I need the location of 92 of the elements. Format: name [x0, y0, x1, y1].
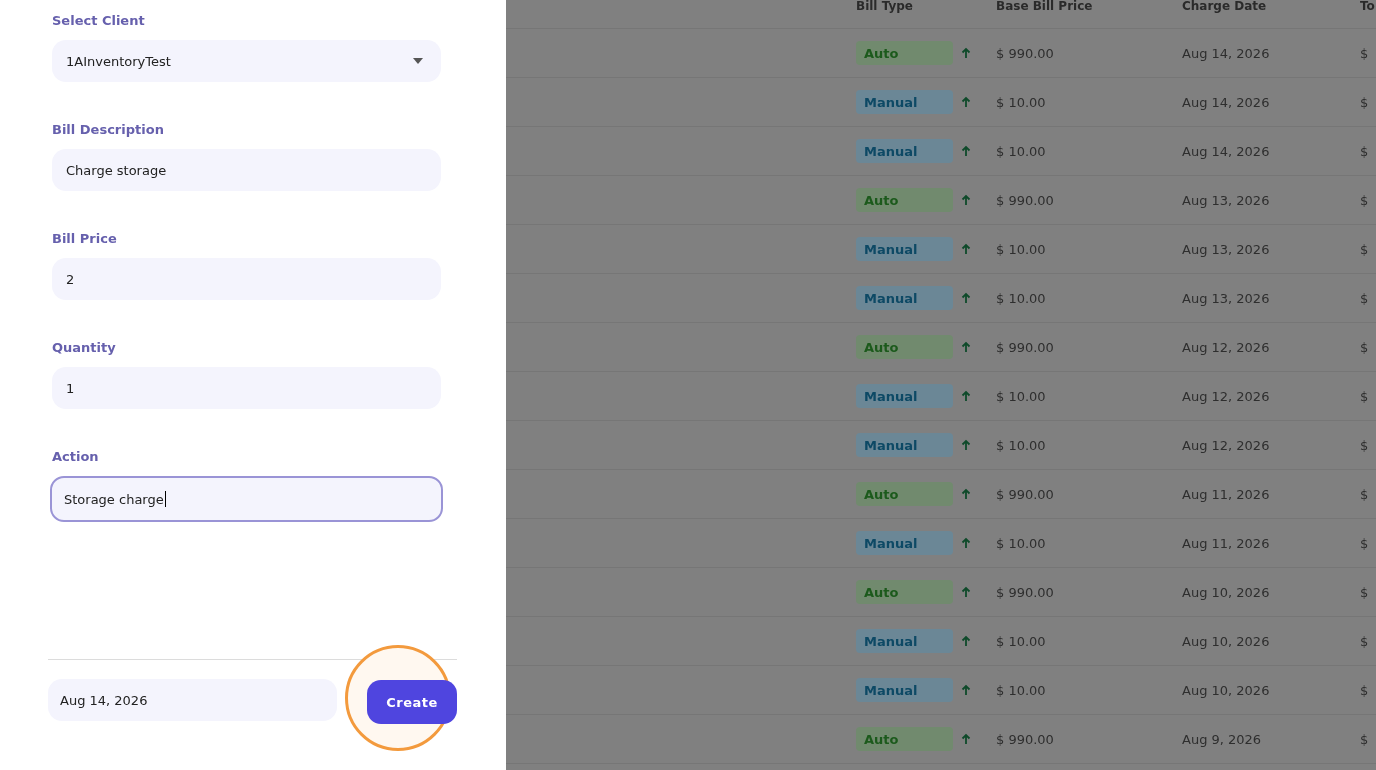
column-header: Bill Type [856, 0, 914, 13]
field-label: Bill Price [52, 230, 118, 248]
input-field[interactable]: Charge storage [52, 149, 441, 191]
arrow-up-icon [961, 47, 971, 59]
table-cell-text: $ [1360, 731, 1370, 747]
input-field[interactable]: 2 [52, 258, 441, 300]
table-cell-text: Aug 14, 2026 [1182, 143, 1271, 159]
table-cell-text: $ 10.00 [996, 388, 1047, 404]
table-cell-text: $ [1360, 290, 1370, 306]
arrow-up-icon [961, 635, 971, 647]
table-cell-text: Aug 13, 2026 [1182, 241, 1271, 257]
bill-type-badge: Auto [856, 41, 953, 65]
bill-type-badge: Manual [856, 433, 953, 457]
bill-type-badge: Auto [856, 335, 953, 359]
arrow-up-icon [961, 439, 971, 451]
bill-type-badge: Manual [856, 139, 953, 163]
create-button[interactable]: Create [367, 680, 457, 724]
bill-type-badge: Auto [856, 482, 953, 506]
arrow-up-icon [961, 390, 971, 402]
bill-type-badge: Manual [856, 384, 953, 408]
table-cell-text: $ [1360, 486, 1370, 502]
table-cell-text: Aug 11, 2026 [1182, 486, 1271, 502]
table-cell-text: Aug 9, 2026 [1182, 731, 1263, 747]
table-cell-text: Aug 10, 2026 [1182, 633, 1271, 649]
table-cell-text: $ 990.00 [996, 584, 1055, 600]
table-cell-text: $ 990.00 [996, 339, 1055, 355]
table-cell-text: $ 990.00 [996, 192, 1055, 208]
arrow-up-icon [961, 537, 971, 549]
arrow-up-icon [961, 243, 971, 255]
table-cell-text: $ [1360, 241, 1370, 257]
field-label: Select Client [52, 12, 146, 30]
bill-type-badge: Manual [856, 629, 953, 653]
bill-type-badge: Manual [856, 237, 953, 261]
column-header: Base Bill Price [996, 0, 1094, 13]
client-select[interactable]: 1AInventoryTest [52, 40, 441, 82]
table-cell-text: $ [1360, 584, 1370, 600]
table-cell-text: $ 10.00 [996, 437, 1047, 453]
table-cell-text: $ [1360, 45, 1370, 61]
table-cell-text: $ [1360, 143, 1370, 159]
input-field[interactable]: Storage charge [50, 476, 443, 522]
table-cell-text: $ 990.00 [996, 45, 1055, 61]
bill-type-badge: Manual [856, 90, 953, 114]
table-cell-text: Aug 12, 2026 [1182, 388, 1271, 404]
table-cell-text: $ 10.00 [996, 290, 1047, 306]
table-cell-text: $ [1360, 633, 1370, 649]
table-cell-text: Aug 11, 2026 [1182, 535, 1271, 551]
table-cell-text: $ 10.00 [996, 535, 1047, 551]
arrow-up-icon [961, 194, 971, 206]
arrow-up-icon [961, 684, 971, 696]
input-field[interactable]: 1 [52, 367, 441, 409]
table-cell-text: Aug 14, 2026 [1182, 45, 1271, 61]
table-cell-text: $ 990.00 [996, 731, 1055, 747]
arrow-up-icon [961, 586, 971, 598]
table-cell-text: Aug 13, 2026 [1182, 290, 1271, 306]
arrow-up-icon [961, 145, 971, 157]
bill-type-badge: Manual [856, 531, 953, 555]
table-cell-text: $ 10.00 [996, 94, 1047, 110]
table-cell-text: Aug 13, 2026 [1182, 192, 1271, 208]
table-cell-text: $ 10.00 [996, 241, 1047, 257]
bill-type-badge: Auto [856, 727, 953, 751]
table-cell-text: $ 10.00 [996, 633, 1047, 649]
column-header: To [1360, 0, 1376, 13]
table-cell-text: $ [1360, 192, 1370, 208]
arrow-up-icon [961, 341, 971, 353]
table-cell-text: $ [1360, 388, 1370, 404]
bill-type-badge: Auto [856, 580, 953, 604]
field-label: Bill Description [52, 121, 165, 139]
column-header: Charge Date [1182, 0, 1268, 13]
table-cell-text: $ [1360, 535, 1370, 551]
table-cell-text: $ 990.00 [996, 486, 1055, 502]
table-cell-text: Aug 10, 2026 [1182, 584, 1271, 600]
dropdown-caret-icon [413, 58, 423, 64]
field-label: Action [52, 448, 100, 466]
bill-type-badge: Manual [856, 678, 953, 702]
table-cell-text: $ [1360, 682, 1370, 698]
table-cell-text: Aug 12, 2026 [1182, 339, 1271, 355]
arrow-up-icon [961, 733, 971, 745]
arrow-up-icon [961, 488, 971, 500]
bill-type-badge: Manual [856, 286, 953, 310]
table-cell-text: $ 10.00 [996, 682, 1047, 698]
date-field[interactable]: Aug 14, 2026 [48, 679, 337, 721]
table-cell-text: $ [1360, 94, 1370, 110]
arrow-up-icon [961, 96, 971, 108]
field-label: Quantity [52, 339, 117, 357]
bill-type-badge: Auto [856, 188, 953, 212]
table-cell-text: $ [1360, 339, 1370, 355]
table-cell-text: Aug 10, 2026 [1182, 682, 1271, 698]
table-cell-text: $ [1360, 437, 1370, 453]
table-cell-text: Aug 14, 2026 [1182, 94, 1271, 110]
arrow-up-icon [961, 292, 971, 304]
table-cell-text: $ 10.00 [996, 143, 1047, 159]
table-cell-text: Aug 12, 2026 [1182, 437, 1271, 453]
